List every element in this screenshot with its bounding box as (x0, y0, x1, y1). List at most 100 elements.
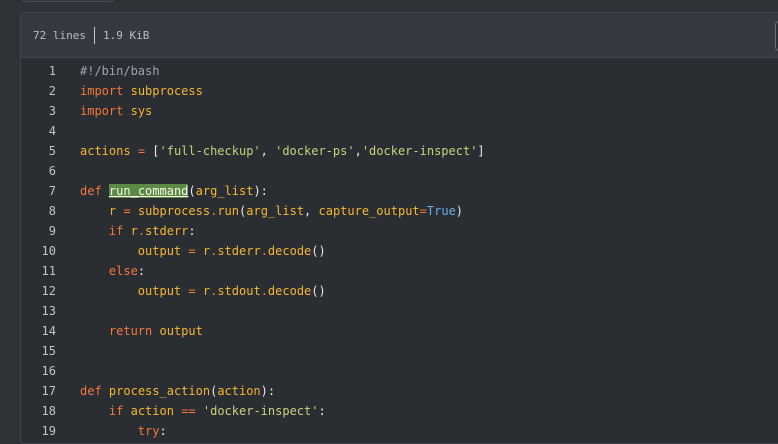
code-token: arg_list (195, 184, 254, 198)
code-text: try: (80, 421, 167, 441)
code-token: def (80, 184, 102, 198)
code-token: process_action (108, 384, 211, 398)
code-token: = (188, 244, 196, 258)
code-token: import (80, 84, 124, 98)
code-line: 7 def run_command(arg_list): (21, 181, 778, 201)
code-token: subprocess (137, 204, 211, 218)
code-token: if (108, 404, 124, 418)
code-line: 14 return output (21, 321, 778, 341)
code-view: 1 #!/bin/bash 2 import subprocess 3 import sy… (21, 58, 778, 441)
code-token: arg_list (246, 204, 305, 218)
code-token: stdout (217, 284, 261, 298)
code-text: actions = ['full-checkup', 'docker-ps','… (80, 141, 485, 161)
line-number[interactable]: 2 (21, 81, 80, 101)
line-number[interactable]: 13 (21, 301, 80, 321)
line-number[interactable]: 18 (21, 401, 80, 421)
line-number[interactable]: 11 (21, 261, 80, 281)
code-line: 13 (21, 301, 778, 321)
code-token: return (108, 324, 153, 338)
file-size: 1.9 KiB (102, 28, 150, 42)
code-token: : (318, 404, 326, 418)
line-number[interactable]: 4 (21, 121, 80, 141)
line-number[interactable]: 17 (21, 381, 80, 401)
top-tab[interactable] (22, 0, 114, 2)
code-token: : (159, 424, 167, 438)
highlighted-token: run_command (108, 184, 189, 198)
code-line: 5 actions = ['full-checkup', 'docker-ps',… (21, 141, 778, 161)
line-number[interactable]: 16 (21, 361, 80, 381)
code-text: #!/bin/bash (80, 61, 159, 81)
code-token: . (260, 244, 268, 258)
code-token: 'docker-inspect' (361, 144, 478, 158)
code-line: 16 (21, 361, 778, 381)
code-token: output (137, 244, 182, 258)
code-text: output = r.stdout.decode() (80, 281, 326, 301)
code-token: decode (267, 244, 312, 258)
code-line: 17 def process_action(action): (21, 381, 778, 401)
code-text: import sys (80, 101, 152, 121)
code-token: = (419, 204, 427, 218)
header-divider (93, 26, 95, 44)
line-number[interactable]: 5 (21, 141, 80, 161)
code-token: decode (267, 284, 312, 298)
line-number[interactable]: 7 (21, 181, 80, 201)
code-token: import (80, 104, 124, 118)
code-line: 18 if action == 'docker-inspect': (21, 401, 778, 421)
code-text: def run_command(arg_list): (80, 181, 268, 201)
line-number[interactable]: 8 (21, 201, 80, 221)
code-token: r (202, 244, 211, 258)
code-text: output = r.stderr.decode() (80, 241, 326, 261)
code-token: else (108, 264, 138, 278)
line-number[interactable]: 10 (21, 241, 80, 261)
code-token: stderr (217, 244, 261, 258)
code-line: 2 import subprocess (21, 81, 778, 101)
code-token: [ (145, 144, 160, 158)
code-token: capture_output (318, 204, 420, 218)
code-token: ): (253, 184, 268, 198)
code-line: 3 import sys (21, 101, 778, 121)
code-token: True (426, 204, 456, 218)
code-token: #!/bin/bash (80, 64, 160, 78)
code-token: , (354, 144, 362, 158)
line-number[interactable]: 14 (21, 321, 80, 341)
code-token: == (181, 404, 196, 418)
code-line: 12 output = r.stdout.decode() (21, 281, 778, 301)
code-line: 6 (21, 161, 778, 181)
code-token: def (80, 384, 102, 398)
line-number[interactable]: 15 (21, 341, 80, 361)
code-token: : (137, 264, 146, 278)
file-viewer: 72 lines 1.9 KiB 1 #!/bin/bash 2 import sub… (20, 12, 778, 444)
code-token: , (260, 144, 276, 158)
line-number[interactable]: 9 (21, 221, 80, 241)
code-token: . (137, 224, 146, 238)
code-text: if action == 'docker-inspect': (80, 401, 326, 421)
code-token: actions (80, 144, 131, 158)
file-header: 72 lines 1.9 KiB (21, 13, 778, 58)
line-number[interactable]: 6 (21, 161, 80, 181)
code-line: 4 (21, 121, 778, 141)
code-line: 19 try: (21, 421, 778, 441)
code-line: 1 #!/bin/bash (21, 61, 778, 81)
code-token: = (137, 144, 146, 158)
code-token: ( (188, 184, 196, 198)
code-token: r (202, 284, 211, 298)
code-token: output (159, 324, 203, 338)
line-number[interactable]: 19 (21, 421, 80, 441)
code-token: try (137, 424, 160, 438)
line-number[interactable]: 1 (21, 61, 80, 81)
line-number[interactable]: 12 (21, 281, 80, 301)
line-number[interactable]: 3 (21, 101, 80, 121)
